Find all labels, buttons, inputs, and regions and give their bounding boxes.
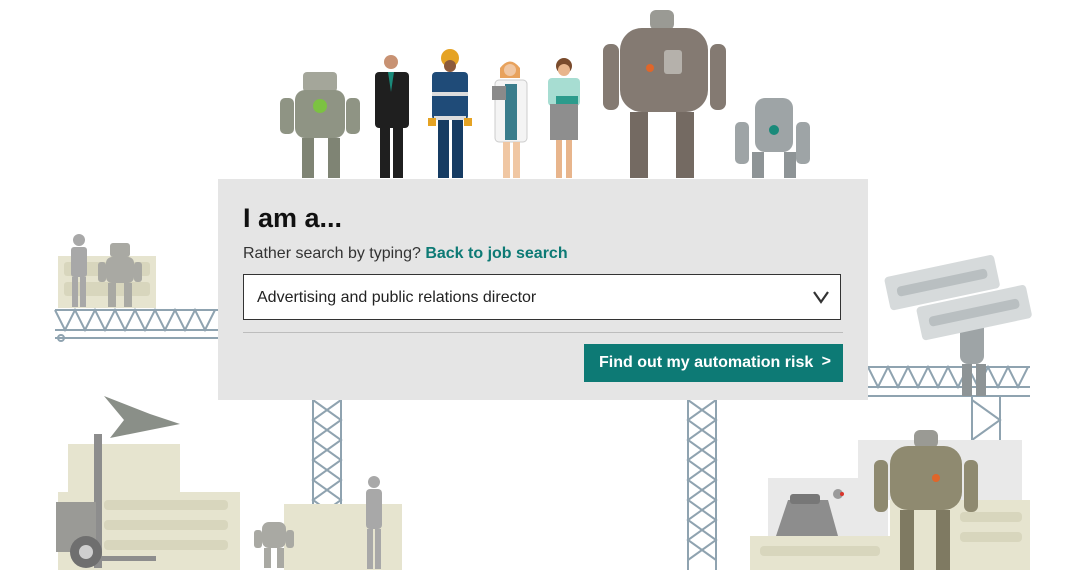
scaffold-right [686, 399, 718, 570]
job-select-dropdown[interactable]: Advertising and public relations directo… [243, 274, 841, 320]
worker-figure [428, 49, 472, 178]
divider [243, 332, 843, 333]
drone-icon [104, 396, 180, 438]
right-conveyor [867, 364, 1030, 441]
doctor-figure [492, 61, 528, 178]
search-prompt-text: Rather search by typing? [243, 245, 421, 262]
chevron-down-icon [813, 291, 829, 304]
robot-green-eye [280, 72, 360, 178]
teacher-figure [548, 58, 580, 178]
search-prompt: Rather search by typing? Back to job sea… [243, 245, 568, 263]
arrow-right-icon: > [821, 353, 831, 370]
find-automation-risk-button[interactable]: Find out my automation risk > [584, 344, 843, 382]
left-conveyor [54, 307, 218, 342]
carrying-robot [884, 255, 1032, 396]
job-select-value: Advertising and public relations directo… [257, 289, 537, 306]
page-title: I am a... [243, 203, 343, 233]
occupation-selector-panel: I am a... Rather search by typing? Back … [218, 179, 868, 400]
large-robot [603, 10, 726, 178]
submit-button-label: Find out my automation risk [599, 354, 814, 371]
back-to-job-search-link[interactable]: Back to job search [425, 245, 567, 262]
small-robot-teal [735, 98, 810, 178]
businessman-figure [375, 55, 409, 178]
